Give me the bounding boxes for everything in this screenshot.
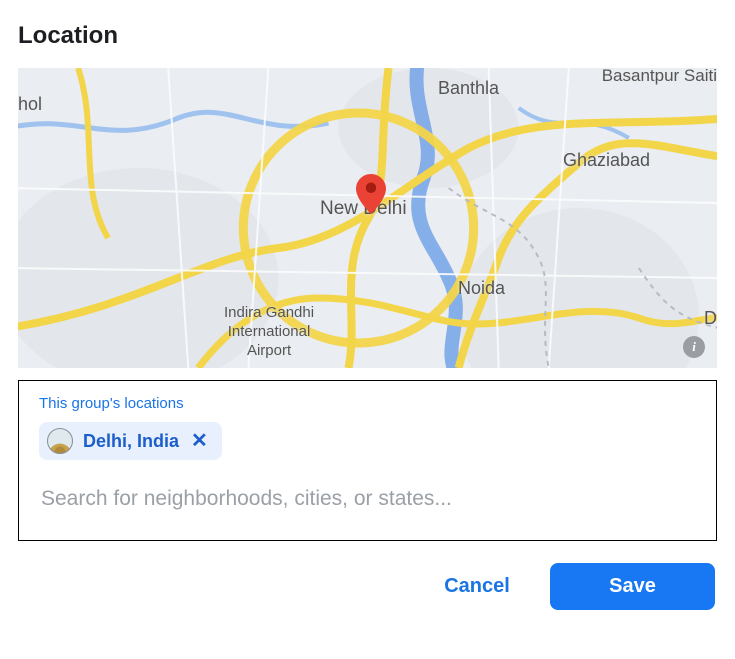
- locations-heading: This group's locations: [39, 395, 696, 412]
- save-button[interactable]: Save: [550, 563, 715, 610]
- map-label-banthla: Banthla: [438, 78, 499, 99]
- map-label-hol: hol: [18, 94, 42, 115]
- map-label-basantpur: Basantpur Saiti: [602, 68, 717, 86]
- locations-panel: This group's locations Delhi, India ✕: [18, 380, 717, 541]
- airport-line2: International: [228, 323, 311, 340]
- location-search-input[interactable]: [39, 486, 696, 512]
- page-title: Location: [18, 22, 717, 50]
- map-label-noida: Noida: [458, 278, 505, 299]
- map-pin-icon: [355, 174, 387, 214]
- airport-line1: Indira Gandhi: [224, 304, 314, 321]
- map-preview[interactable]: Banthla Basantpur Saiti Ghaziabad Noida …: [18, 68, 717, 368]
- location-chip-label: Delhi, India: [83, 431, 179, 452]
- location-chip-avatar: [47, 428, 73, 454]
- map-label-ghaziabad: Ghaziabad: [563, 150, 650, 171]
- map-info-icon[interactable]: i: [683, 336, 705, 358]
- remove-chip-icon[interactable]: ✕: [189, 431, 208, 451]
- cancel-button[interactable]: Cancel: [432, 563, 522, 610]
- map-label-airport: Indira Gandhi International Airport: [224, 304, 314, 360]
- dialog-footer: Cancel Save: [18, 563, 717, 610]
- location-chip[interactable]: Delhi, India ✕: [39, 422, 222, 460]
- airport-line3: Airport: [247, 342, 291, 359]
- location-search: [39, 486, 696, 512]
- map-label-d: D: [704, 308, 717, 329]
